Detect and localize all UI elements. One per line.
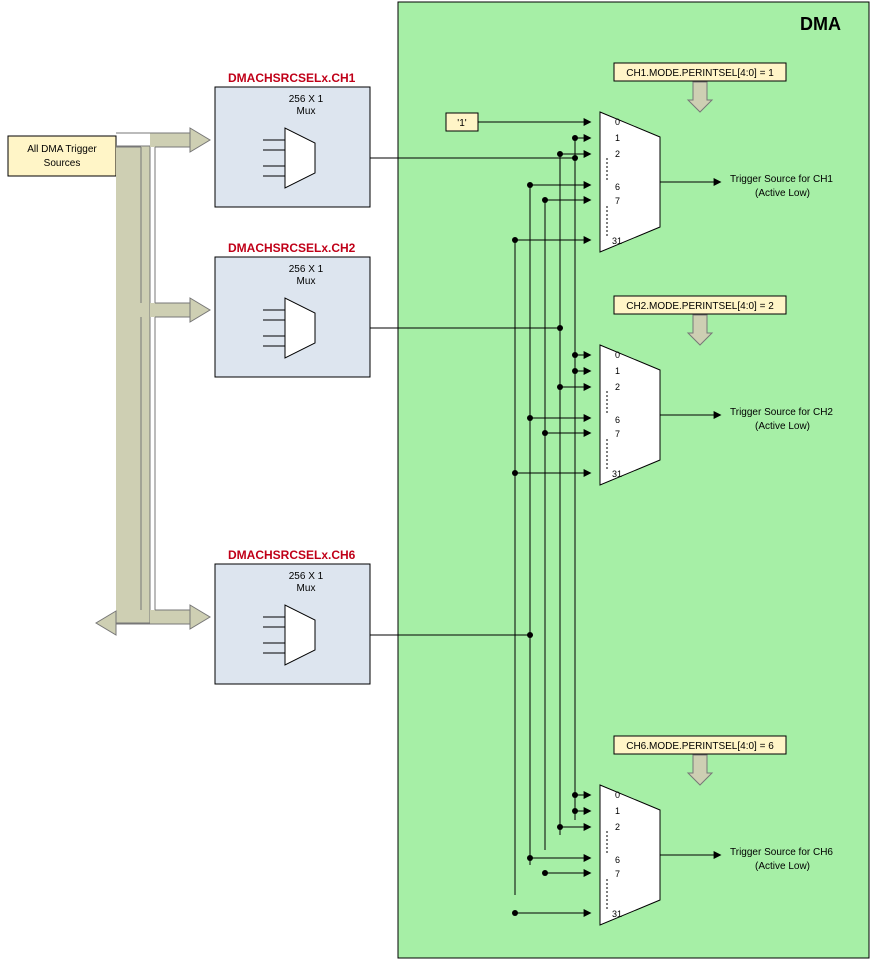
svg-text:7: 7 bbox=[615, 869, 620, 879]
svg-text:6: 6 bbox=[615, 855, 620, 865]
svg-text:6: 6 bbox=[615, 182, 620, 192]
svg-text:2: 2 bbox=[615, 149, 620, 159]
svg-text:CH2.MODE.PERINTSEL[4:0] = 2: CH2.MODE.PERINTSEL[4:0] = 2 bbox=[626, 301, 774, 312]
mux-ch1: DMACHSRCSELx.CH1 256 X 1 Mux bbox=[215, 71, 370, 207]
svg-text:CH6.MODE.PERINTSEL[4:0] = 6: CH6.MODE.PERINTSEL[4:0] = 6 bbox=[626, 741, 774, 752]
svg-text:0: 0 bbox=[615, 350, 620, 360]
svg-text:256 X 1: 256 X 1 bbox=[289, 571, 324, 582]
trigger-sources-label-2: Sources bbox=[44, 158, 81, 169]
mux-ch2-title: DMACHSRCSELx.CH2 bbox=[228, 241, 356, 255]
svg-text:1: 1 bbox=[615, 133, 620, 143]
trigger-sources-box bbox=[8, 136, 116, 176]
mux-ch6-title: DMACHSRCSELx.CH6 bbox=[228, 548, 356, 562]
svg-text:6: 6 bbox=[615, 415, 620, 425]
svg-text:31: 31 bbox=[612, 909, 622, 919]
svg-text:7: 7 bbox=[615, 196, 620, 206]
svg-text:Trigger Source for CH2: Trigger Source for CH2 bbox=[730, 407, 833, 418]
svg-text:Mux: Mux bbox=[297, 106, 316, 117]
mux-ch6: DMACHSRCSELx.CH6 256 X 1 Mux bbox=[215, 548, 370, 684]
svg-text:1: 1 bbox=[615, 366, 620, 376]
svg-text:2: 2 bbox=[615, 382, 620, 392]
svg-text:256 X 1: 256 X 1 bbox=[289, 94, 324, 105]
svg-text:(Active Low): (Active Low) bbox=[755, 188, 810, 199]
svg-text:Trigger Source for CH6: Trigger Source for CH6 bbox=[730, 847, 833, 858]
trigger-sources-label-1: All DMA Trigger bbox=[27, 144, 97, 155]
svg-text:7: 7 bbox=[615, 429, 620, 439]
svg-text:Mux: Mux bbox=[297, 583, 316, 594]
svg-text:2: 2 bbox=[615, 822, 620, 832]
svg-text:Mux: Mux bbox=[297, 276, 316, 287]
dma-title: DMA bbox=[800, 14, 841, 34]
svg-text:CH1.MODE.PERINTSEL[4:0] = 1: CH1.MODE.PERINTSEL[4:0] = 1 bbox=[626, 68, 774, 79]
svg-text:31: 31 bbox=[612, 469, 622, 479]
svg-text:(Active Low): (Active Low) bbox=[755, 861, 810, 872]
mux-ch1-title: DMACHSRCSELx.CH1 bbox=[228, 71, 356, 85]
svg-text:31: 31 bbox=[612, 236, 622, 246]
svg-text:0: 0 bbox=[615, 117, 620, 127]
svg-text:0: 0 bbox=[615, 790, 620, 800]
svg-text:256 X 1: 256 X 1 bbox=[289, 264, 324, 275]
mux-ch2: DMACHSRCSELx.CH2 256 X 1 Mux bbox=[215, 241, 370, 377]
constant-1-label: '1' bbox=[457, 118, 466, 129]
svg-text:1: 1 bbox=[615, 806, 620, 816]
svg-text:Trigger Source for CH1: Trigger Source for CH1 bbox=[730, 174, 833, 185]
svg-text:(Active Low): (Active Low) bbox=[755, 421, 810, 432]
